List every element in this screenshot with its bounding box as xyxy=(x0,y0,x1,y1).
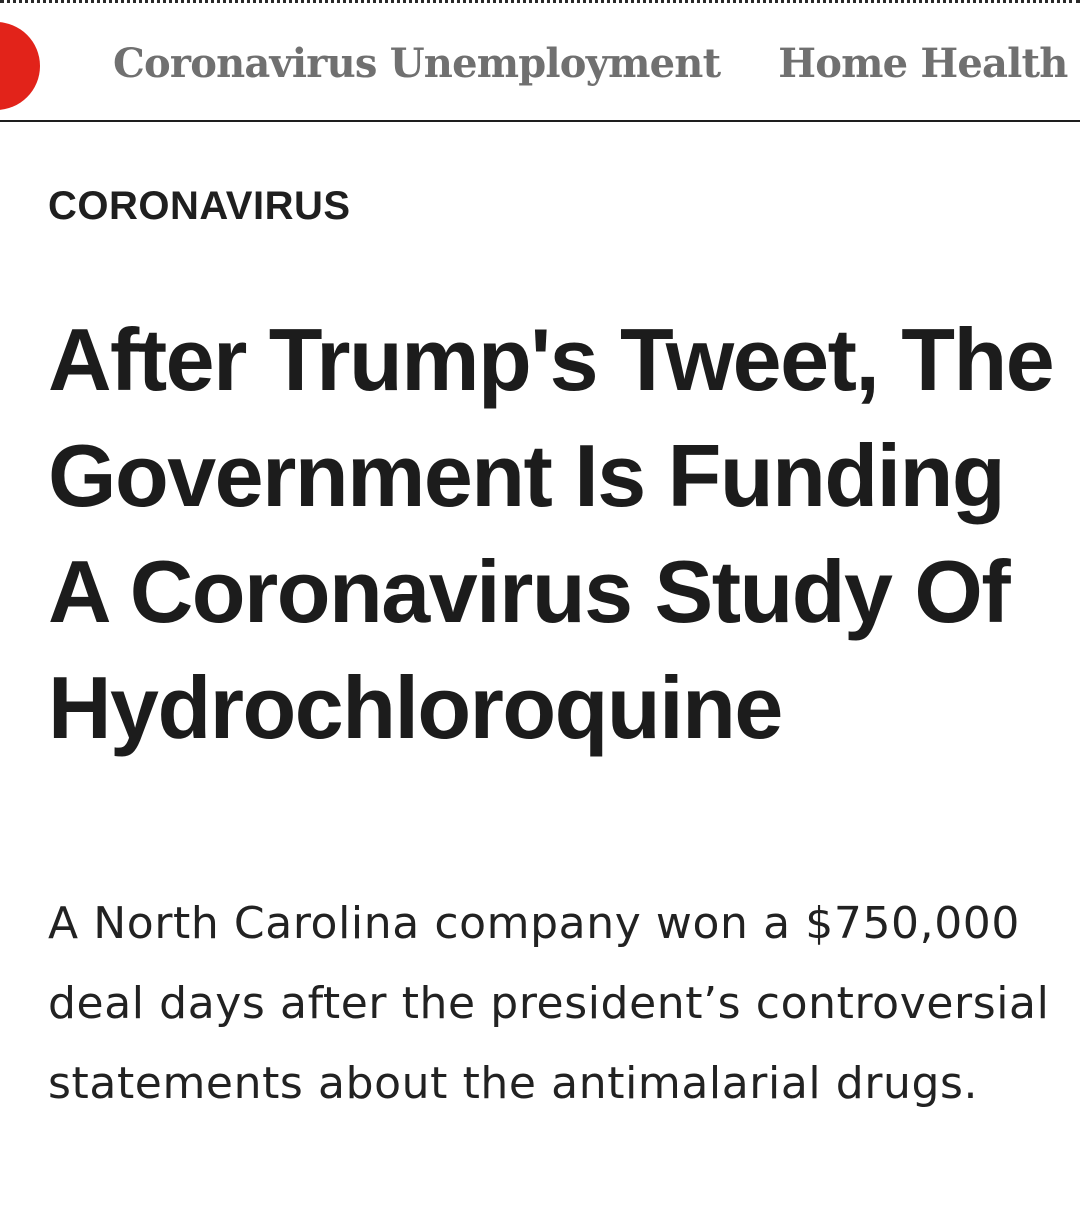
site-logo-icon[interactable] xyxy=(0,22,40,110)
nav-link-home-health[interactable]: Home Health xyxy=(778,36,1068,92)
nav-links: Coronavirus Unemployment Home Health xyxy=(113,36,1080,92)
article-headline: After Trump's Tweet, The Government Is F… xyxy=(48,310,1055,757)
top-navigation-bar: Coronavirus Unemployment Home Health xyxy=(0,6,1080,122)
section-label[interactable]: CORONAVIRUS xyxy=(48,180,351,232)
nav-link-coronavirus-unemployment[interactable]: Coronavirus Unemployment xyxy=(113,36,721,92)
article-dek: A North Carolina company won a $750,000 … xyxy=(48,898,1050,1109)
top-dotted-border xyxy=(0,0,1080,3)
